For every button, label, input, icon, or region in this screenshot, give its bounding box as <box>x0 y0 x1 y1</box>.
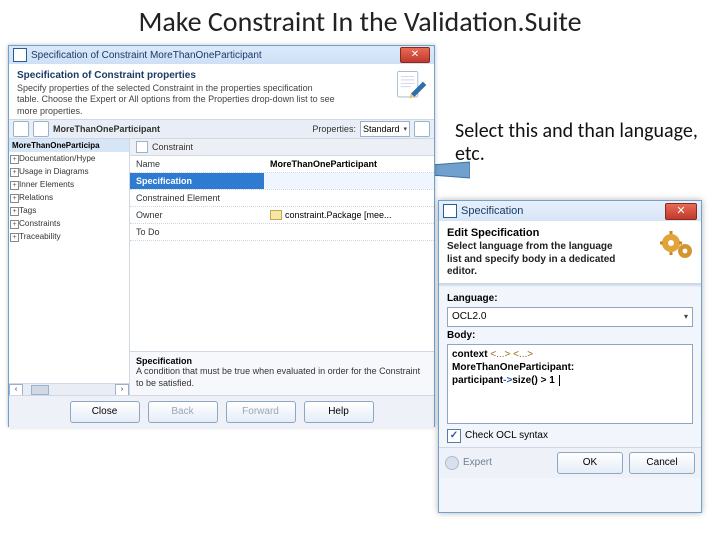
scroll-thumb[interactable] <box>31 385 49 395</box>
grid-section-title: Constraint <box>152 142 193 152</box>
scroll-left-icon[interactable]: ‹ <box>9 384 23 395</box>
checkbox-icon: ✓ <box>447 429 461 443</box>
section-icon <box>136 141 148 153</box>
properties-level-select[interactable]: Standard ▾ <box>360 121 410 137</box>
ocl-type: <...> <...> <box>490 349 533 360</box>
property-grid: Constraint Name MoreThanOneParticipant S… <box>130 139 434 395</box>
expert-icon <box>445 456 459 470</box>
grid-key: Name <box>130 156 264 172</box>
breadcrumb[interactable]: MoreThanOneParticipant <box>53 124 160 134</box>
grid-key: To Do <box>130 224 264 240</box>
grid-value[interactable]: constraint.Package [mee... <box>264 207 434 224</box>
titlebar[interactable]: Specification of Constraint MoreThanOneP… <box>9 46 434 64</box>
tree-node[interactable]: Documentation/Hype <box>9 152 129 165</box>
close-button[interactable]: ✕ <box>665 203 697 220</box>
body-editor[interactable]: context <...> <...> MoreThanOneParticipa… <box>447 344 693 424</box>
grid-row-constrained-element[interactable]: Constrained Element <box>130 190 434 207</box>
header-description: Select language from the language list a… <box>447 241 627 279</box>
language-label: Language: <box>447 293 693 304</box>
slide-title: Make Constraint In the Validation.Suite <box>0 4 720 39</box>
expert-label: Expert <box>463 457 492 468</box>
close-icon: ✕ <box>411 50 419 60</box>
help-button[interactable]: Help <box>304 401 374 423</box>
tree-node[interactable]: Usage in Diagrams <box>9 165 129 178</box>
specification-window: Specification of Constraint MoreThanOneP… <box>8 45 435 427</box>
properties-toolbar: MoreThanOneParticipant Properties: Stand… <box>9 120 434 139</box>
grid-value[interactable] <box>264 173 434 189</box>
ok-button[interactable]: OK <box>557 452 623 474</box>
ocl-op: -> <box>503 375 512 386</box>
tree-horizontal-scrollbar[interactable]: ‹ › <box>9 383 129 395</box>
grid-key: Specification <box>130 173 264 189</box>
header-panel: Specification of Constraint properties S… <box>9 64 434 120</box>
header-panel: Edit Specification Select language from … <box>439 221 701 284</box>
grid-row-owner[interactable]: Owner constraint.Package [mee... <box>130 207 434 225</box>
text-caret <box>556 375 560 386</box>
titlebar[interactable]: Specification ✕ <box>439 201 701 221</box>
navigation-tree[interactable]: MoreThanOneParticipa Documentation/Hype … <box>9 139 130 395</box>
window-title: Specification <box>461 205 665 217</box>
tree-node[interactable]: Relations <box>9 191 129 204</box>
body-label: Body: <box>447 330 693 341</box>
grid-description-body: A condition that must be true when evalu… <box>136 366 428 389</box>
grid-description-panel: Specification A condition that must be t… <box>130 351 434 395</box>
button-bar: Close Back Forward Help <box>9 395 434 428</box>
language-value: OCL2.0 <box>452 311 486 322</box>
grid-value-text: constraint.Package [mee... <box>285 210 392 220</box>
ocl-expr: size() > 1 <box>512 375 555 386</box>
tree-node[interactable]: Constraints <box>9 217 129 230</box>
grid-row-specification[interactable]: Specification <box>130 173 434 190</box>
grid-value[interactable] <box>264 190 434 206</box>
checkbox-label: Check OCL syntax <box>465 430 548 441</box>
grid-key: Owner <box>130 207 264 224</box>
history-back-icon[interactable] <box>13 121 29 137</box>
package-icon <box>270 210 282 220</box>
close-button[interactable]: ✕ <box>400 47 430 63</box>
tree-selected[interactable]: MoreThanOneParticipa <box>9 139 129 152</box>
language-select[interactable]: OCL2.0 ▾ <box>447 307 693 327</box>
back-button[interactable]: Back <box>148 401 218 423</box>
check-ocl-syntax-checkbox[interactable]: ✓ Check OCL syntax <box>447 429 693 443</box>
gears-icon <box>657 225 697 265</box>
window-title: Specification of Constraint MoreThanOneP… <box>31 50 400 61</box>
chevron-down-icon: ▾ <box>403 125 407 133</box>
ocl-context-name: MoreThanOneParticipant: <box>452 361 688 374</box>
app-icon <box>13 48 27 62</box>
dialog-footer: Expert OK Cancel <box>439 447 701 478</box>
close-icon: ✕ <box>676 206 685 217</box>
ocl-expr: participant <box>452 375 503 386</box>
grid-value[interactable]: MoreThanOneParticipant <box>264 156 434 172</box>
customize-icon[interactable] <box>414 121 430 137</box>
properties-label: Properties: <box>312 124 356 134</box>
ocl-keyword: context <box>452 349 488 360</box>
properties-level-value: Standard <box>363 124 400 134</box>
forward-button[interactable]: Forward <box>226 401 296 423</box>
grid-key: Constrained Element <box>130 190 264 206</box>
close-button[interactable]: Close <box>70 401 140 423</box>
tree-node[interactable]: Traceability <box>9 230 129 243</box>
specification-form: Language: OCL2.0 ▾ Body: context <...> <… <box>439 287 701 447</box>
chevron-down-icon: ▾ <box>684 312 688 321</box>
edit-specification-window: Specification ✕ Edit Specification Selec… <box>438 200 702 513</box>
grid-row-name[interactable]: Name MoreThanOneParticipant <box>130 156 434 173</box>
cancel-button[interactable]: Cancel <box>629 452 695 474</box>
grid-row-todo[interactable]: To Do <box>130 224 434 241</box>
header-title: Specification of Constraint properties <box>17 70 426 81</box>
grid-description-title: Specification <box>136 356 428 366</box>
grid-value[interactable] <box>264 224 434 240</box>
app-icon <box>443 204 457 218</box>
slide-annotation: Select this and than language, etc. <box>455 120 700 166</box>
tree-node[interactable]: Tags <box>9 204 129 217</box>
grid-section-header[interactable]: Constraint <box>130 139 434 156</box>
expert-mode-toggle[interactable]: Expert <box>445 456 492 470</box>
header-description: Specify properties of the selected Const… <box>17 83 337 117</box>
tree-node[interactable]: Inner Elements <box>9 178 129 191</box>
document-pencil-icon <box>394 68 428 102</box>
scroll-right-icon[interactable]: › <box>115 384 129 395</box>
history-fwd-icon[interactable] <box>33 121 49 137</box>
